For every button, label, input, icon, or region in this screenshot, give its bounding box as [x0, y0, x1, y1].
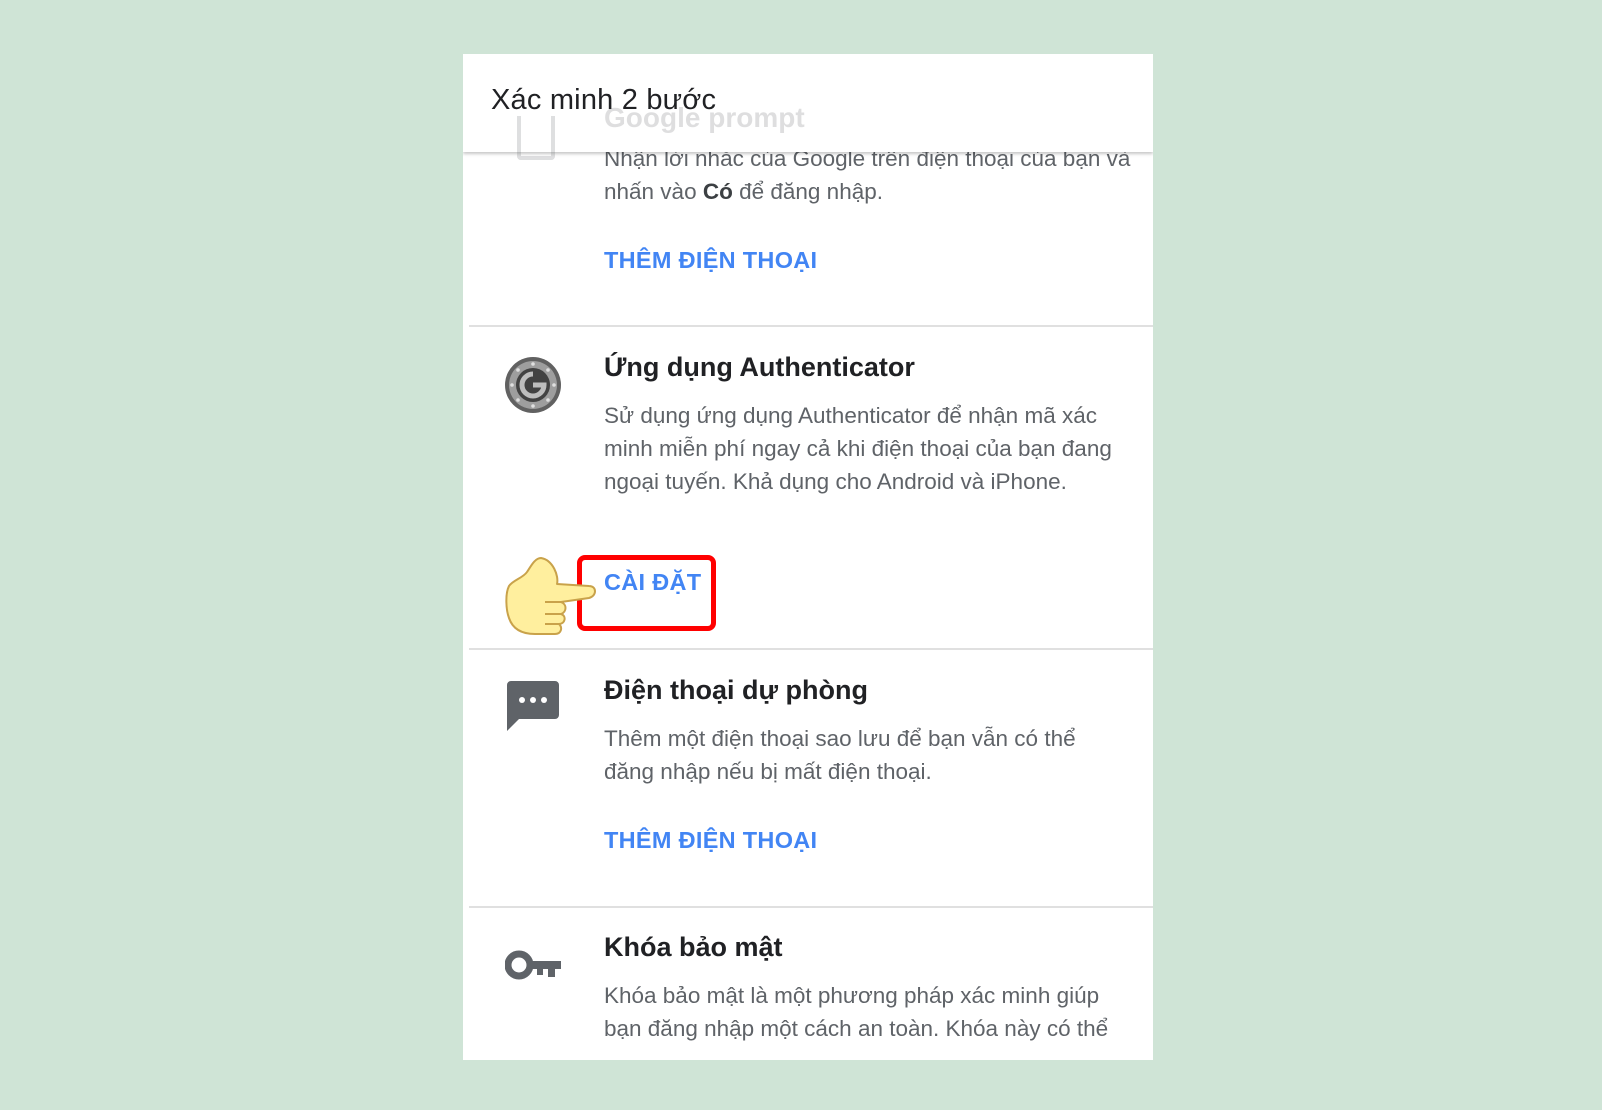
- add-phone-button[interactable]: THÊM ĐIỆN THOẠI: [604, 247, 817, 274]
- google-authenticator-icon: [504, 356, 562, 419]
- authenticator-description: Sử dụng ứng dụng Authenticator để nhận m…: [604, 403, 1112, 494]
- divider: [469, 906, 1153, 908]
- security-key-description: Khóa bảo mật là một phương pháp xác minh…: [604, 983, 1109, 1041]
- divider: [469, 325, 1153, 327]
- app-bar: Xác minh 2 bước: [463, 54, 1153, 152]
- pointing-hand-icon: [505, 556, 597, 641]
- google-prompt-title: Google prompt: [604, 102, 805, 133]
- security-key-title: Khóa bảo mật: [604, 932, 783, 962]
- google-prompt-description-bold: Có: [702, 179, 733, 204]
- backup-phone-description: Thêm một điện thoại sao lưu để bạn vẫn c…: [604, 726, 1076, 784]
- backup-phone-title: Điện thoại dự phòng: [604, 675, 869, 705]
- key-icon: [504, 950, 563, 987]
- phone-screen: Xác minh 2 bước Google prompt Nhận lời n…: [463, 54, 1153, 1060]
- divider: [469, 648, 1153, 650]
- message-icon: [507, 681, 559, 736]
- phone-icon: [517, 116, 555, 160]
- add-backup-phone-button[interactable]: THÊM ĐIỆN THOẠI: [604, 827, 817, 854]
- highlight-box: [577, 555, 716, 631]
- google-prompt-description-end: để đăng nhập.: [732, 179, 883, 204]
- authenticator-title: Ứng dụng Authenticator: [604, 352, 915, 382]
